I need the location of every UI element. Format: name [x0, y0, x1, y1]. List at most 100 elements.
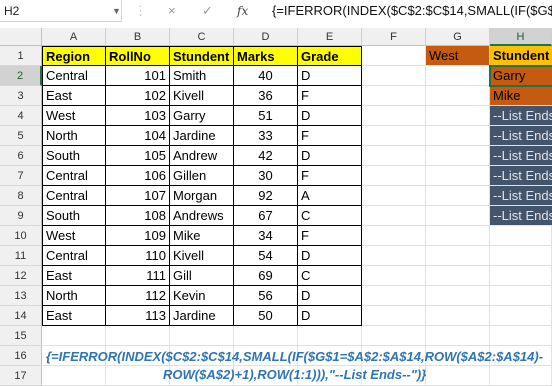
- grid-cell[interactable]: [42, 366, 106, 386]
- grid-cell[interactable]: [490, 266, 552, 286]
- row-header-1[interactable]: 1: [0, 46, 42, 66]
- column-header-e[interactable]: E: [298, 28, 362, 46]
- table-cell-grade[interactable]: D: [298, 286, 362, 306]
- grid-cell[interactable]: [362, 306, 426, 326]
- grid-cell[interactable]: [426, 246, 490, 266]
- table-cell-grade[interactable]: D: [298, 246, 362, 266]
- column-header-a[interactable]: A: [42, 28, 106, 46]
- grid-cell[interactable]: [426, 326, 490, 346]
- header-student[interactable]: Stundent: [170, 46, 234, 66]
- table-cell-rollno[interactable]: 103: [106, 106, 170, 126]
- table-cell-region[interactable]: West: [42, 226, 106, 246]
- table-cell-grade[interactable]: C: [298, 206, 362, 226]
- table-cell-student[interactable]: Smith: [170, 66, 234, 86]
- table-cell-region[interactable]: South: [42, 146, 106, 166]
- grid-cell[interactable]: [490, 326, 552, 346]
- grid-cell[interactable]: [490, 306, 552, 326]
- table-cell-marks[interactable]: 92: [234, 186, 298, 206]
- grid-cell[interactable]: [490, 246, 552, 266]
- grid-cell[interactable]: [234, 326, 298, 346]
- result-cell[interactable]: --List Ends: [490, 106, 552, 126]
- table-cell-grade[interactable]: D: [298, 146, 362, 166]
- grid-cell[interactable]: [362, 206, 426, 226]
- result-cell[interactable]: --List Ends: [490, 126, 552, 146]
- grid-cell[interactable]: [426, 126, 490, 146]
- grid-cell[interactable]: [426, 306, 490, 326]
- table-cell-rollno[interactable]: 112: [106, 286, 170, 306]
- grid-cell[interactable]: [362, 226, 426, 246]
- grid-cell[interactable]: [362, 126, 426, 146]
- grid-cell[interactable]: [362, 286, 426, 306]
- grid-cell[interactable]: [362, 166, 426, 186]
- table-cell-marks[interactable]: 69: [234, 266, 298, 286]
- result-cell[interactable]: --List Ends: [490, 186, 552, 206]
- table-cell-region[interactable]: South: [42, 206, 106, 226]
- table-cell-student[interactable]: Kivell: [170, 86, 234, 106]
- enter-icon[interactable]: ✓: [202, 0, 213, 22]
- table-cell-rollno[interactable]: 110: [106, 246, 170, 266]
- header-grade[interactable]: Grade: [298, 46, 362, 66]
- row-header-6[interactable]: 6: [0, 146, 42, 166]
- column-header-c[interactable]: C: [170, 28, 234, 46]
- grid-cell[interactable]: [490, 226, 552, 246]
- grid-cell[interactable]: [426, 286, 490, 306]
- table-cell-student[interactable]: Kevin: [170, 286, 234, 306]
- table-cell-marks[interactable]: 67: [234, 206, 298, 226]
- grid-cell[interactable]: [362, 106, 426, 126]
- table-cell-region[interactable]: East: [42, 306, 106, 326]
- grid-cell[interactable]: [426, 206, 490, 226]
- column-header-h[interactable]: H: [490, 28, 552, 46]
- grid-cell[interactable]: [362, 146, 426, 166]
- table-cell-rollno[interactable]: 107: [106, 186, 170, 206]
- table-cell-grade[interactable]: C: [298, 266, 362, 286]
- table-cell-rollno[interactable]: 111: [106, 266, 170, 286]
- column-header-b[interactable]: B: [106, 28, 170, 46]
- name-box-dropdown-icon[interactable]: ▼: [112, 0, 121, 22]
- grid-cell[interactable]: [362, 246, 426, 266]
- table-cell-marks[interactable]: 42: [234, 146, 298, 166]
- grid-cell[interactable]: [426, 266, 490, 286]
- result-cell[interactable]: --List Ends: [490, 146, 552, 166]
- formula-input[interactable]: {=IFERROR(INDEX($C$2:$C$14,SMALL(IF($G$1…: [268, 0, 552, 22]
- grid-cell[interactable]: [170, 326, 234, 346]
- grid-cell[interactable]: [362, 186, 426, 206]
- table-cell-student[interactable]: Gill: [170, 266, 234, 286]
- table-cell-marks[interactable]: 50: [234, 306, 298, 326]
- table-cell-marks[interactable]: 56: [234, 286, 298, 306]
- row-header-10[interactable]: 10: [0, 226, 42, 246]
- insert-function-icon[interactable]: fx: [237, 0, 248, 22]
- grid-cell[interactable]: [490, 366, 552, 386]
- header-marks[interactable]: Marks: [234, 46, 298, 66]
- header-region[interactable]: Region: [42, 46, 106, 66]
- grid-cell[interactable]: [426, 106, 490, 126]
- result-header-cell[interactable]: Stundent: [490, 46, 552, 66]
- formula-bar-options-icon[interactable]: ⋮: [134, 0, 147, 22]
- row-header-5[interactable]: 5: [0, 126, 42, 146]
- table-cell-student[interactable]: Kivell: [170, 246, 234, 266]
- grid-cell[interactable]: [362, 326, 426, 346]
- select-all-corner[interactable]: [0, 28, 42, 46]
- grid-cell[interactable]: [362, 66, 426, 86]
- table-cell-grade[interactable]: A: [298, 186, 362, 206]
- grid-cell[interactable]: [426, 226, 490, 246]
- row-header-7[interactable]: 7: [0, 166, 42, 186]
- table-cell-marks[interactable]: 54: [234, 246, 298, 266]
- row-header-16[interactable]: 16: [0, 346, 42, 366]
- table-cell-rollno[interactable]: 101: [106, 66, 170, 86]
- row-header-12[interactable]: 12: [0, 266, 42, 286]
- result-cell[interactable]: Mike: [490, 86, 552, 106]
- table-cell-student[interactable]: Jardine: [170, 126, 234, 146]
- table-cell-student[interactable]: Mike: [170, 226, 234, 246]
- table-cell-region[interactable]: East: [42, 266, 106, 286]
- column-header-g[interactable]: G: [426, 28, 490, 46]
- row-header-9[interactable]: 9: [0, 206, 42, 226]
- row-header-17[interactable]: 17: [0, 366, 42, 386]
- header-rollno[interactable]: RollNo: [106, 46, 170, 66]
- grid-cell[interactable]: [426, 166, 490, 186]
- result-cell[interactable]: --List Ends: [490, 206, 552, 226]
- grid-cell[interactable]: [426, 146, 490, 166]
- table-cell-grade[interactable]: D: [298, 306, 362, 326]
- table-cell-rollno[interactable]: 108: [106, 206, 170, 226]
- row-header-4[interactable]: 4: [0, 106, 42, 126]
- table-cell-rollno[interactable]: 102: [106, 86, 170, 106]
